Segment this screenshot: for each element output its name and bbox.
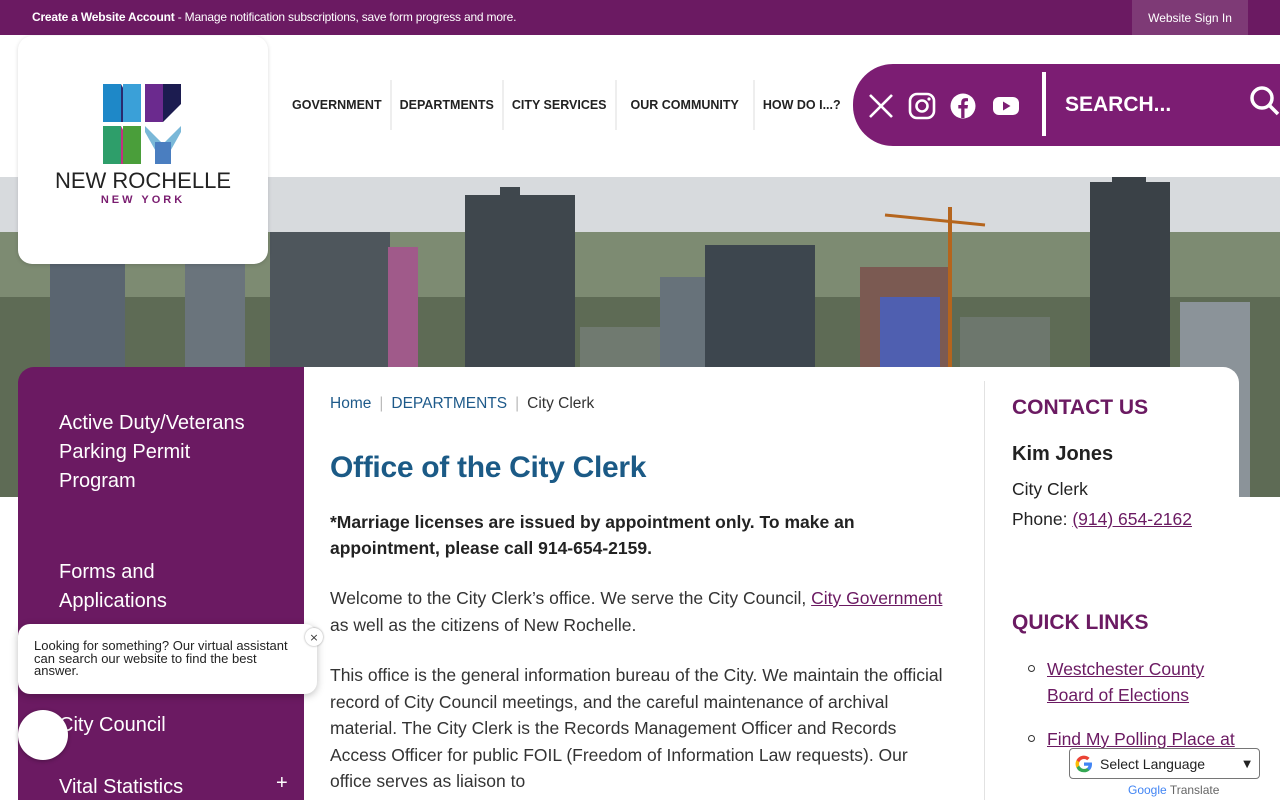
translate-wordmark: Translate [1166,783,1220,797]
info-bureau-paragraph: This office is the general information b… [330,665,943,791]
city-government-link[interactable]: City Government [811,588,942,608]
welcome-text-end: as well as the citizens of New Rochelle. [330,614,637,635]
sidebar-item-vital-statistics[interactable]: Vital Statistics [59,773,259,800]
bullet-icon [1028,665,1035,672]
contact-us-heading: CONTACT US [1012,396,1149,419]
select-language-label: Select Language [1100,755,1206,772]
language-select[interactable]: Select Language ▼ [1069,748,1260,779]
google-wordmark: Google [1128,783,1167,797]
utility-divider [1042,72,1046,136]
phone-label: Phone: [1012,509,1073,529]
virtual-assistant-launcher[interactable] [18,710,68,760]
marriage-license-notice: *Marriage licenses are issued by appoint… [330,512,855,558]
sidebar-item-forms[interactable]: Forms and Applications [59,558,259,616]
create-account-desc: - Manage notification subscriptions, sav… [174,10,517,24]
breadcrumb-separator: | [379,395,384,412]
contact-phone: Phone: (914) 654-2162 [1012,509,1192,530]
breadcrumb-departments[interactable]: DEPARTMENTS [391,395,507,413]
instagram-icon[interactable] [907,91,937,121]
column-divider [984,381,985,800]
top-bar: Create a Website Account - Manage notifi… [0,0,1280,35]
breadcrumb-separator: | [515,395,520,412]
expand-vital-statistics-button[interactable]: + [276,772,288,795]
quick-links-heading: QUICK LINKS [1012,611,1149,634]
nav-how-do-i[interactable]: HOW DO I...? [755,80,849,130]
logo-mark-icon [103,84,181,164]
create-account-link[interactable]: Create a Website Account [32,10,175,24]
quick-link-westchester-elections[interactable]: Westchester County Board of Elections [1047,656,1237,708]
sidebar-item-city-council[interactable]: City Council [59,711,259,740]
nav-our-community[interactable]: OUR COMMUNITY [617,80,755,130]
main-navigation: GOVERNMENT DEPARTMENTS CITY SERVICES OUR… [280,80,849,130]
close-icon[interactable]: × [305,628,323,646]
breadcrumb-home[interactable]: Home [330,395,371,413]
x-icon[interactable] [866,91,896,121]
welcome-paragraph: Welcome to the City Clerk’s office. We s… [330,585,950,638]
breadcrumb-current: City Clerk [527,395,595,412]
youtube-icon[interactable] [991,91,1021,121]
welcome-text: Welcome to the City Clerk’s office. We s… [330,588,812,608]
contact-role: City Clerk [1012,479,1088,499]
logo-city-name: NEW ROCHELLE [54,168,232,193]
site-logo[interactable]: NEW ROCHELLE NEW YORK [18,36,268,264]
bullet-icon [1028,735,1035,742]
contact-name: Kim Jones [1012,443,1114,465]
virtual-assistant-popup: Looking for something? Our virtual assis… [18,624,323,694]
website-sign-in-button[interactable]: Website Sign In [1132,0,1248,35]
phone-link[interactable]: (914) 654-2162 [1072,509,1192,529]
google-g-icon [1075,755,1092,772]
nav-departments[interactable]: DEPARTMENTS [392,80,504,130]
chevron-down-icon: ▼ [1243,759,1251,770]
facebook-icon[interactable] [948,91,978,121]
page-title: Office of the City Clerk [330,451,647,484]
search-input[interactable] [1065,88,1245,122]
create-account-banner[interactable]: Create a Website Account - Manage notifi… [32,10,516,24]
virtual-assistant-message: Looking for something? Our virtual assis… [34,638,288,678]
nav-government[interactable]: GOVERNMENT [280,80,392,130]
nav-city-services[interactable]: CITY SERVICES [504,80,617,130]
sidebar-item-veterans-parking[interactable]: Active Duty/Veterans Parking Permit Prog… [59,409,259,496]
powered-by-google-translate[interactable]: Google Translate [1128,783,1219,797]
utility-bar [853,64,1280,146]
logo-state-name: NEW YORK [100,194,186,206]
search-icon[interactable] [1249,85,1280,117]
breadcrumb: Home | DEPARTMENTS | City Clerk [330,395,594,413]
